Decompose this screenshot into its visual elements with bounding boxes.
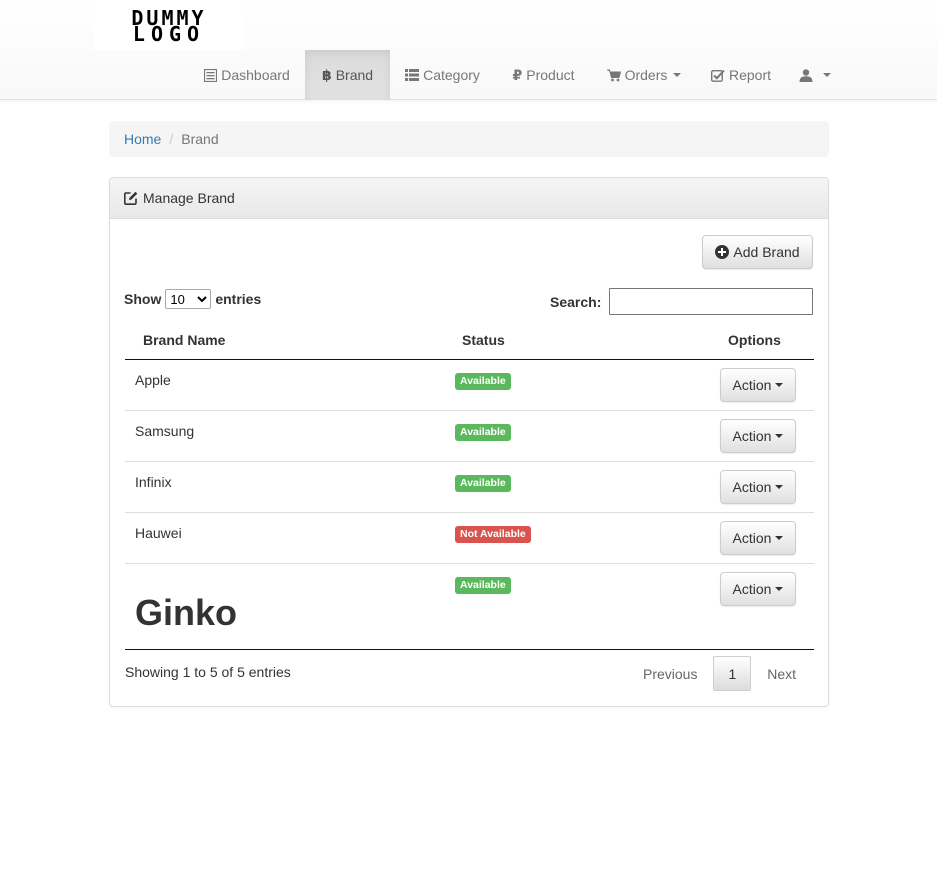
pagination: Previous 1 Next — [629, 656, 810, 691]
nav-brand[interactable]: ฿ Brand — [305, 50, 390, 100]
header-brand-name[interactable]: Brand Name — [143, 332, 225, 348]
header-status[interactable]: Status — [462, 332, 505, 348]
action-button[interactable]: Action — [720, 470, 796, 504]
entries-label: entries — [215, 291, 262, 307]
next-button[interactable]: Next — [753, 656, 810, 691]
breadcrumb-separator: / — [169, 131, 174, 147]
brand-table: Brand Name Status Options Apple Availabl… — [125, 323, 814, 650]
brand-name: Infinix — [135, 474, 172, 490]
status-badge: Available — [455, 424, 511, 441]
logo-image: DUMMY LOGO — [131, 6, 205, 46]
nav-category[interactable]: Category — [391, 50, 494, 100]
panel-title: Manage Brand — [143, 190, 235, 206]
table-header: Brand Name Status Options — [125, 323, 814, 360]
action-label: Action — [732, 581, 772, 597]
chevron-down-icon — [775, 485, 784, 489]
action-label: Action — [732, 530, 772, 546]
chevron-down-icon — [673, 73, 682, 77]
breadcrumb-current: Brand — [181, 131, 219, 147]
header-options[interactable]: Options — [728, 332, 781, 348]
chevron-down-icon — [775, 536, 784, 540]
nav-product-label: Product — [526, 67, 575, 83]
status-badge: Available — [455, 475, 511, 492]
nav-category-label: Category — [423, 67, 480, 83]
logo[interactable]: DUMMY LOGO — [94, 0, 244, 50]
action-label: Action — [732, 428, 772, 444]
shopping-cart-icon — [606, 69, 621, 82]
chevron-down-icon — [775, 383, 784, 387]
show-label: Show — [124, 291, 162, 307]
search-label: Search: — [550, 293, 602, 310]
nav-user-menu[interactable] — [787, 50, 842, 100]
add-brand-label: Add Brand — [733, 244, 800, 260]
brand-name: Samsung — [135, 423, 195, 439]
brand-name: Hauwei — [135, 525, 182, 541]
check-icon — [710, 69, 725, 82]
table-row: Hauwei Not Available Action — [125, 513, 814, 564]
th-list-icon — [405, 69, 420, 81]
manage-brand-panel: Manage Brand Add Brand Show 10 entries S… — [109, 177, 829, 707]
nav-report-label: Report — [728, 67, 772, 83]
search-control: Search: — [550, 288, 814, 315]
nav-report[interactable]: Report — [697, 50, 785, 100]
status-badge: Available — [455, 577, 511, 594]
nav-brand-label: Brand — [335, 67, 374, 83]
action-label: Action — [732, 377, 772, 393]
bitcoin-icon: ฿ — [321, 66, 332, 83]
status-badge: Available — [455, 373, 511, 390]
chevron-down-icon — [822, 73, 831, 77]
ruble-icon: ₽ — [512, 66, 523, 83]
top-navbar: DUMMY LOGO Dashboard ฿ Brand Category ₽ … — [0, 0, 937, 100]
action-button[interactable]: Action — [720, 368, 796, 402]
table-row: Apple Available Action — [125, 360, 814, 411]
user-icon — [799, 68, 813, 82]
action-button[interactable]: Action — [720, 419, 796, 453]
table-row: Infinix Available Action — [125, 462, 814, 513]
nav-dashboard-label: Dashboard — [221, 67, 290, 83]
action-button[interactable]: Action — [720, 572, 796, 606]
svg-text:LOGO: LOGO — [133, 22, 205, 46]
action-button[interactable]: Action — [720, 521, 796, 555]
chevron-down-icon — [775, 434, 784, 438]
breadcrumb: Home / Brand — [109, 121, 829, 157]
brand-name: Ginko — [135, 592, 238, 633]
page-button-1[interactable]: 1 — [713, 656, 752, 691]
brand-name: Apple — [135, 372, 171, 388]
nav-dashboard[interactable]: Dashboard — [190, 50, 304, 100]
list-alt-icon — [204, 68, 218, 82]
nav-orders-label: Orders — [624, 67, 668, 83]
nav-product[interactable]: ₽ Product — [496, 50, 591, 100]
nav-orders[interactable]: Orders — [592, 50, 696, 100]
action-label: Action — [732, 479, 772, 495]
previous-button[interactable]: Previous — [629, 656, 711, 691]
status-badge: Not Available — [455, 526, 531, 543]
edit-icon — [124, 191, 138, 205]
chevron-down-icon — [775, 587, 784, 591]
plus-circle-icon — [715, 245, 730, 259]
breadcrumb-home[interactable]: Home — [124, 131, 161, 147]
page-length-select[interactable]: 10 — [165, 289, 212, 309]
table-row: Samsung Available Action — [125, 411, 814, 462]
panel-heading: Manage Brand — [110, 178, 828, 219]
search-input[interactable] — [609, 288, 814, 315]
add-brand-button[interactable]: Add Brand — [702, 235, 813, 269]
table-info: Showing 1 to 5 of 5 entries — [125, 664, 291, 680]
page-length-control: Show 10 entries — [124, 288, 261, 310]
table-row: Ginko Available Action — [125, 564, 814, 650]
